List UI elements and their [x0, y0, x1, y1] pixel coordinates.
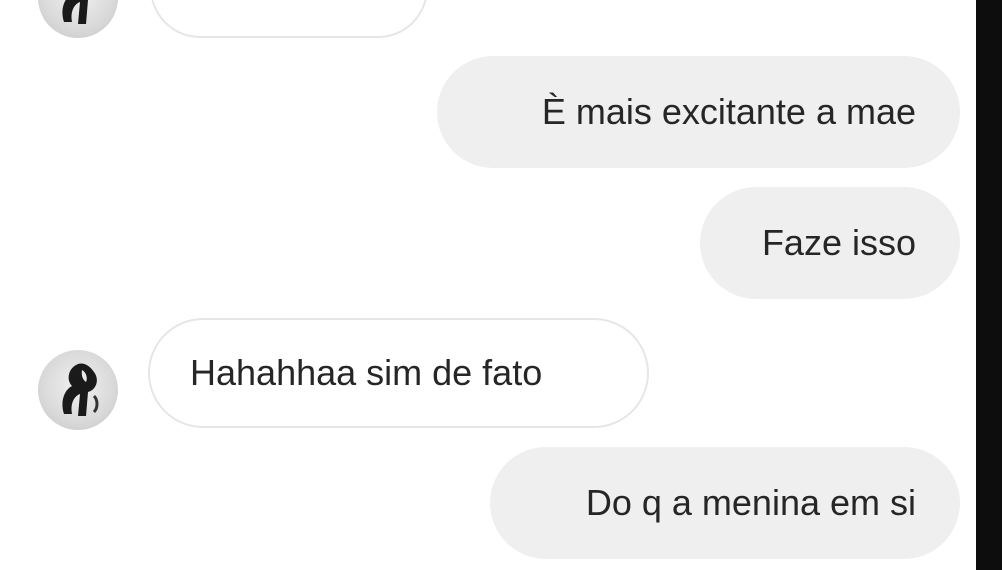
contact-avatar-icon[interactable] [38, 350, 118, 430]
message-text: Hahahhaa sim de fato [190, 352, 543, 393]
message-bubble-outgoing[interactable]: Do q a menina em si [490, 447, 960, 559]
chat-thread: È mais excitante a mae Faze isso Hahahha… [0, 0, 976, 570]
contact-avatar-icon[interactable] [38, 0, 118, 38]
message-bubble-outgoing[interactable]: È mais excitante a mae [437, 56, 960, 168]
message-bubble-incoming[interactable]: Hahahhaa sim de fato [148, 318, 649, 428]
message-bubble-outgoing[interactable]: Faze isso [700, 187, 960, 299]
message-bubble-incoming[interactable] [150, 0, 428, 38]
message-text: È mais excitante a mae [541, 91, 916, 132]
screen-edge [976, 0, 1002, 570]
message-text: Do q a menina em si [585, 482, 916, 523]
message-text: Faze isso [761, 222, 916, 263]
